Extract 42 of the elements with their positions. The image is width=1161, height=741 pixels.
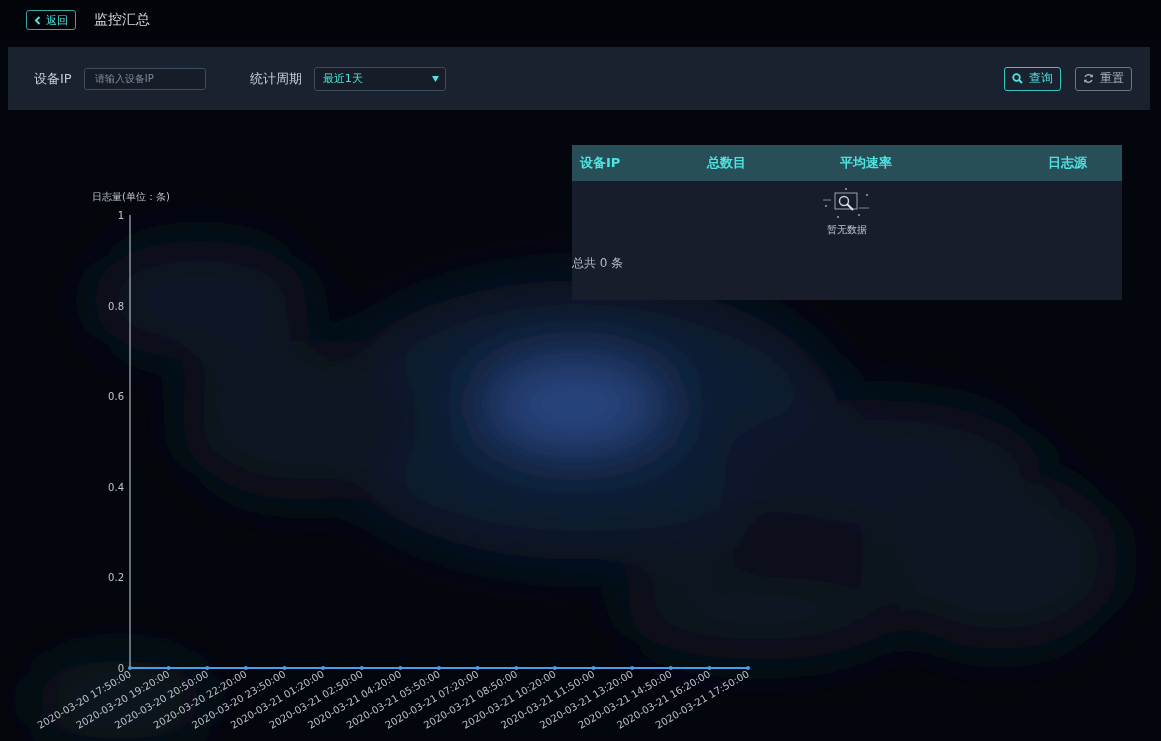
caret-icon bbox=[431, 75, 439, 82]
reset-button[interactable]: 重置 bbox=[1075, 66, 1132, 91]
data-point bbox=[243, 666, 248, 670]
data-point bbox=[359, 666, 364, 670]
period-dropdown[interactable]: 最近1天 bbox=[313, 66, 446, 91]
data-point bbox=[398, 666, 403, 670]
ip-input-field[interactable]: 请输入设备IP bbox=[83, 67, 206, 90]
tick-label: 0.6 bbox=[108, 391, 124, 403]
data-point bbox=[437, 666, 441, 670]
data-point bbox=[205, 666, 210, 670]
tick-label: 0 bbox=[117, 663, 124, 674]
empty-message: 暂无数据 bbox=[827, 223, 867, 237]
data-point bbox=[166, 666, 171, 670]
tick-label: 0.8 bbox=[108, 300, 124, 312]
column-header: 日志源 bbox=[1047, 154, 1088, 172]
search-icon bbox=[1012, 73, 1023, 84]
data-point bbox=[514, 666, 519, 670]
field-label: 设备IP bbox=[34, 69, 72, 88]
total-count: 总共 0 条 bbox=[572, 255, 625, 272]
data-point bbox=[128, 666, 132, 670]
column-header: 设备IP bbox=[579, 154, 622, 172]
refresh-icon bbox=[1083, 73, 1094, 84]
data-point bbox=[591, 666, 596, 670]
data-point bbox=[668, 666, 673, 670]
data-point bbox=[630, 666, 635, 670]
back-button[interactable]: 返回 bbox=[26, 10, 76, 30]
chevron-left-icon bbox=[34, 15, 41, 25]
column-header: 平均速率 bbox=[839, 154, 893, 172]
data-point bbox=[282, 666, 287, 670]
tick-label: 0.2 bbox=[108, 572, 124, 584]
data-point bbox=[746, 666, 750, 670]
column-header: 总数目 bbox=[705, 154, 747, 172]
tick-label: 1 bbox=[117, 210, 124, 221]
data-point bbox=[475, 666, 480, 670]
data-point bbox=[707, 666, 712, 670]
search-button[interactable]: 查询 bbox=[1004, 66, 1061, 91]
tick-label: 0.4 bbox=[108, 481, 124, 493]
axis-title: 日志量(单位：条) bbox=[92, 191, 170, 202]
field-label: 统计周期 bbox=[249, 69, 302, 88]
data-point bbox=[321, 666, 326, 670]
page-title: 监控汇总 bbox=[94, 11, 150, 29]
data-point bbox=[552, 666, 557, 670]
